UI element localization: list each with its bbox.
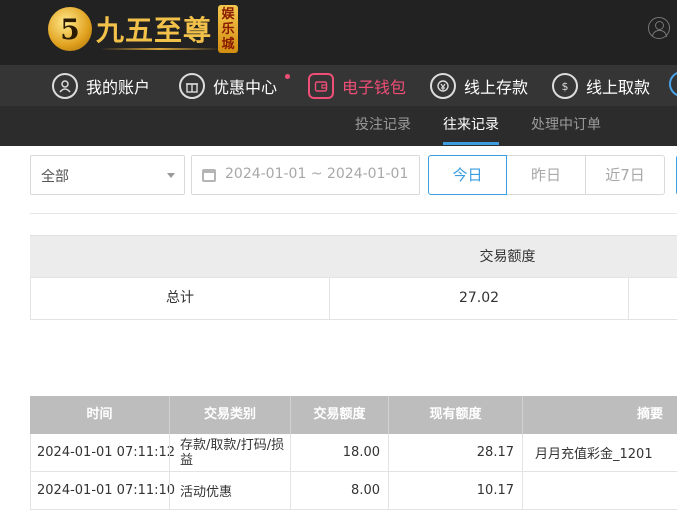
column-header-summary: 摘要 [636, 407, 663, 422]
quick-yesterday-button[interactable]: 昨日 [507, 155, 586, 195]
calendar-icon [202, 169, 216, 182]
divider [30, 213, 677, 214]
cell-divider [169, 472, 170, 509]
type-select[interactable]: 全部 [30, 155, 185, 195]
nav-label: 电子钱包 [342, 78, 407, 97]
tab-pending-orders[interactable]: 处理中订单 [531, 106, 601, 146]
cell-balance: 10.17 [476, 483, 514, 498]
user-profile-icon[interactable] [648, 17, 670, 39]
cell-divider [169, 434, 170, 471]
svg-text:$: $ [562, 80, 569, 93]
nav-item-my-account[interactable]: 我的账户 [52, 71, 150, 101]
cell-divider [522, 434, 523, 471]
nav-label: 线上存款 [464, 78, 529, 97]
date-range-picker[interactable]: 2024-01-01 ~ 2024-01-01 [191, 155, 420, 195]
cell-amount: 8.00 [351, 483, 380, 498]
cell-balance: 28.17 [476, 445, 514, 460]
transactions-header: 时间 交易类别 交易额度 现有额度 摘要 [30, 396, 677, 434]
user-circle-icon [52, 73, 78, 99]
summary-row-label: 总计 [166, 290, 194, 306]
cell-time: 2024-01-01 07:11:12 [37, 445, 176, 460]
logo-underline [100, 48, 220, 50]
promotions-notification-dot [285, 74, 290, 79]
logo-text: 九五至尊 [96, 14, 213, 47]
caret-down-icon [167, 173, 175, 178]
nav-label: 线上取款 [586, 78, 651, 97]
summary-row-value: 27.02 [458, 290, 500, 306]
main-nav: 我的账户 优惠中心 电子钱包 线上存款 $ 线上取款 [0, 65, 677, 106]
date-range-value: 2024-01-01 ~ 2024-01-01 [225, 166, 409, 182]
cell-amount: 18.00 [342, 445, 380, 460]
nav-label: 优惠中心 [213, 78, 278, 97]
column-header-balance: 现有额度 [429, 407, 482, 422]
tab-transaction-records[interactable]: 往来记录 [443, 106, 499, 146]
type-select-value: 全部 [41, 169, 69, 185]
page: 5 九五至尊 娱乐城 我的账户 优惠中心 电子钱包 线上存款 $ 线上取款 投注… [0, 0, 677, 515]
cell-time: 2024-01-01 07:11:10 [37, 483, 176, 498]
gift-icon [179, 73, 205, 99]
table-row: 2024-01-01 07:11:10 活动优惠 8.00 10.17 [30, 472, 677, 510]
sub-nav: 投注记录 往来记录 处理中订单 [0, 106, 677, 146]
nav-label: 我的账户 [86, 78, 151, 97]
site-logo[interactable]: 5 九五至尊 娱乐城 [48, 5, 239, 53]
summary-header-label: 交易额度 [479, 249, 536, 265]
summary-header: 交易额度 [30, 235, 677, 277]
deposit-icon [430, 73, 456, 99]
nav-item-promotions[interactable]: 优惠中心 [179, 71, 277, 101]
cell-category: 活动优惠 [180, 485, 233, 500]
cell-divider [628, 278, 629, 319]
column-header-amount: 交易额度 [313, 407, 366, 422]
tab-bet-records[interactable]: 投注记录 [355, 106, 411, 146]
nav-item-wallet[interactable]: 电子钱包 [308, 71, 406, 101]
summary-row: 总计 27.02 [30, 277, 677, 320]
site-header: 5 九五至尊 娱乐城 [0, 0, 677, 65]
cell-summary [535, 472, 677, 509]
logo-sub: 娱乐城 [218, 5, 239, 53]
cell-summary: 月月充值彩金_1201 [535, 447, 653, 462]
quick-last7days-button[interactable]: 近7日 [586, 155, 665, 195]
table-row: 2024-01-01 07:11:12 存款/取款/打码/损益 18.00 28… [30, 434, 677, 472]
wallet-icon [308, 73, 334, 99]
withdraw-icon: $ [552, 73, 578, 99]
column-header-time: 时间 [86, 407, 113, 422]
nav-item-withdraw[interactable]: $ 线上取款 [552, 71, 650, 101]
cell-divider [522, 472, 523, 509]
logo-badge: 5 [48, 7, 92, 51]
quick-today-button[interactable]: 今日 [428, 155, 507, 195]
column-header-category: 交易类别 [203, 407, 256, 422]
cell-category: 存款/取款/打码/损益 [180, 437, 285, 468]
nav-item-deposit[interactable]: 线上存款 [430, 71, 528, 101]
